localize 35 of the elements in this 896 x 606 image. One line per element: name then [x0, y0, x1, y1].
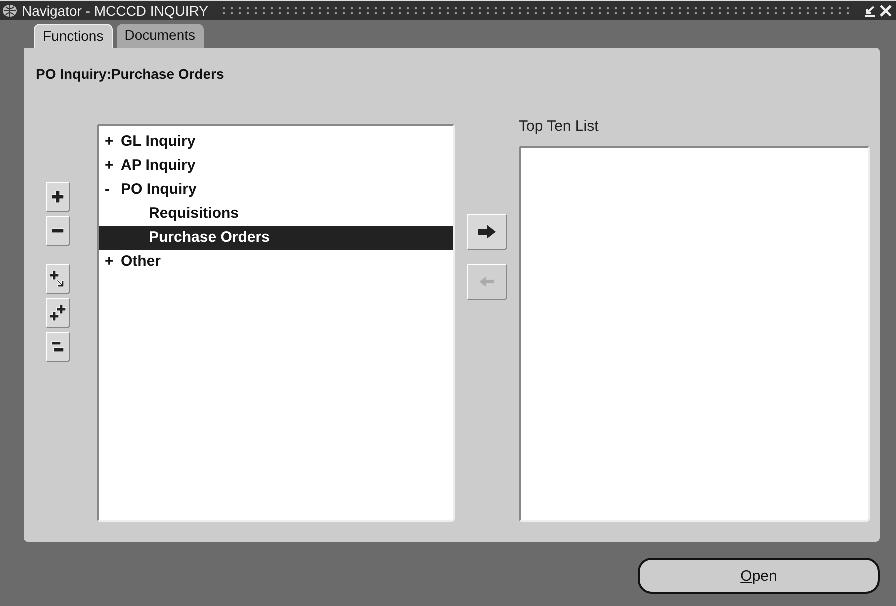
expand-sign[interactable]: +: [105, 130, 121, 154]
tree-item[interactable]: - PO Inquiry: [99, 178, 453, 202]
collapse-sign[interactable]: -: [105, 178, 121, 202]
tree-item[interactable]: + AP Inquiry: [99, 154, 453, 178]
item-label: AP Inquiry: [121, 157, 196, 174]
close-icon[interactable]: [880, 4, 892, 16]
tree-item[interactable]: Requisitions: [99, 202, 453, 226]
open-button[interactable]: Open: [638, 558, 880, 594]
expand-sign[interactable]: +: [105, 154, 121, 178]
panel-heading: PO Inquiry:Purchase Orders: [36, 66, 226, 82]
plus-icon: [52, 191, 64, 203]
plus-button[interactable]: [46, 182, 70, 212]
plus-arrow-icon: [50, 271, 66, 287]
double-minus-icon: [51, 341, 65, 353]
list-label: Top Ten List: [519, 118, 600, 137]
tab[interactable]: Functions: [34, 24, 113, 48]
tab[interactable]: Documents: [116, 24, 204, 48]
item-label: GL Inquiry: [121, 133, 196, 150]
minimize-icon[interactable]: [864, 4, 876, 16]
tree-item[interactable]: + Other: [99, 250, 453, 274]
window-title: Navigator - MCCCD INQUIRY: [22, 2, 208, 18]
tree-item[interactable]: + GL Inquiry: [99, 130, 453, 154]
double-plus-button[interactable]: [46, 298, 70, 328]
plus-arrow-button[interactable]: [46, 264, 70, 294]
double-minus-button[interactable]: [46, 332, 70, 362]
item-label: Other: [121, 253, 162, 270]
tree-item[interactable]: Purchase Orders: [99, 226, 453, 250]
right-arrow-button[interactable]: [467, 214, 507, 250]
item-label: PO Inquiry: [121, 181, 197, 198]
minus-button[interactable]: [46, 216, 70, 246]
minus-icon: [52, 228, 64, 234]
double-plus-icon: [50, 305, 66, 321]
right-arrow-icon: [478, 225, 496, 239]
left-arrow-icon: [479, 276, 495, 288]
expand-sign[interactable]: +: [105, 250, 121, 274]
